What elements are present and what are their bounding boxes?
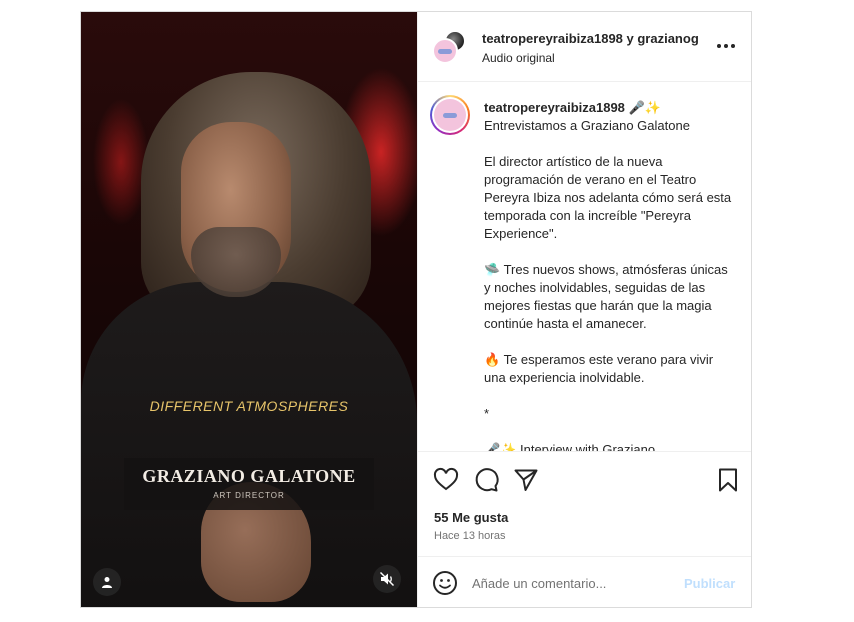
likes-count[interactable]: 55 Me gusta (434, 510, 508, 525)
post-actions: 55 Me gusta Hace 13 horas (418, 451, 751, 556)
post-header: teatropereyraibiza1898 y grazianog Audio… (418, 12, 751, 82)
collab-avatars[interactable] (432, 30, 468, 66)
mute-toggle-button[interactable] (373, 565, 401, 593)
caption-title: Entrevistamos a Graziano Galatone (484, 118, 690, 133)
caption-paragraph: 🔥 Te esperamos este verano para vivir un… (484, 352, 714, 385)
more-dot (731, 44, 735, 48)
emoji-icon[interactable] (432, 570, 458, 596)
tagged-users-button[interactable] (93, 568, 121, 596)
caption-paragraph: 🎤✨ Interview with Graziano (484, 442, 656, 451)
caption-author-avatar[interactable] (430, 95, 470, 135)
heart-icon[interactable] (432, 466, 460, 494)
audio-label[interactable]: Audio original (482, 51, 555, 65)
comment-icon[interactable] (472, 466, 500, 494)
more-horizontal-icon (717, 44, 721, 48)
caption-paragraph: El director artístico de la nueva progra… (484, 154, 732, 241)
video-caption-overlay: DIFFERENT ATMOSPHERES (149, 398, 349, 414)
avatar (432, 38, 458, 64)
post-timestamp[interactable]: Hace 13 horas (434, 530, 506, 542)
post-authors[interactable]: teatropereyraibiza1898 y grazianog (482, 31, 704, 46)
comment-input[interactable] (472, 572, 672, 594)
share-icon[interactable] (512, 466, 540, 494)
post-video[interactable]: DIFFERENT ATMOSPHERES GRAZIANO GALATONE … (81, 12, 417, 607)
user-icon (102, 577, 112, 588)
lower-third-role: ART DIRECTOR (213, 491, 285, 500)
comment-bar: Publicar (418, 556, 751, 607)
post-details-panel: teatropereyraibiza1898 y grazianog Audio… (417, 12, 751, 607)
caption-title-emojis: 🎤✨ (628, 100, 661, 115)
caption-paragraph: 🛸 Tres nuevos shows, atmósferas únicas y… (484, 262, 728, 331)
post-caption: teatropereyraibiza1898 🎤✨ Entrevistamos … (418, 83, 751, 451)
caption-separator: * (484, 406, 490, 421)
muted-speaker-icon (379, 571, 395, 587)
more-dot (724, 44, 728, 48)
publish-button[interactable]: Publicar (684, 576, 735, 591)
caption-text: teatropereyraibiza1898 🎤✨ Entrevistamos … (484, 99, 734, 451)
caption-username[interactable]: teatropereyraibiza1898 (484, 100, 625, 115)
bookmark-icon[interactable] (714, 466, 742, 494)
instagram-post: DIFFERENT ATMOSPHERES GRAZIANO GALATONE … (80, 11, 752, 608)
lower-third-name: GRAZIANO GALATONE (142, 466, 356, 486)
more-options-button[interactable] (714, 38, 738, 54)
